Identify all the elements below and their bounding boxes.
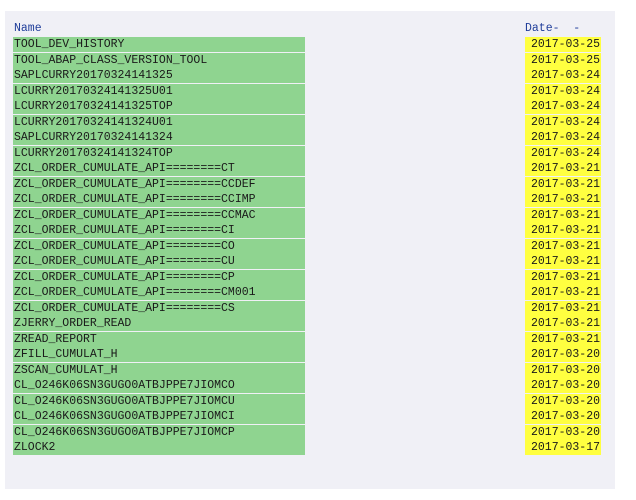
object-date-cell: 2017-03-21 [525, 331, 601, 347]
list-item[interactable]: ZREAD_REPORT 2017-03-21 [5, 331, 615, 348]
object-name-cell[interactable]: ZCL_ORDER_CUMULATE_API========CP [13, 269, 305, 285]
object-name-cell[interactable]: ZCL_ORDER_CUMULATE_API========CCIMP [13, 192, 305, 207]
list-item[interactable]: LCURRY20170324141325U01 2017-03-24 [5, 83, 615, 100]
object-name-cell[interactable]: ZREAD_REPORT [13, 331, 305, 347]
list-item[interactable]: ZJERRY_ORDER_READ 2017-03-21 [5, 316, 615, 332]
list-item[interactable]: ZCL_ORDER_CUMULATE_API========CCIMP 2017-… [5, 192, 615, 208]
object-name-cell[interactable]: CL_O246K06SN3GUGO0ATBJPPE7JIOMCP [13, 424, 305, 440]
list-item[interactable]: ZCL_ORDER_CUMULATE_API========CCMAC 2017-… [5, 207, 615, 224]
object-name-cell[interactable]: ZJERRY_ORDER_READ [13, 316, 305, 331]
list-item[interactable]: TOOL_DEV_HISTORY 2017-03-25 [5, 37, 615, 53]
object-date-cell: 2017-03-20 [525, 409, 601, 424]
object-name-cell[interactable]: ZCL_ORDER_CUMULATE_API========CCMAC [13, 207, 305, 223]
object-date-cell: 2017-03-20 [525, 347, 601, 362]
list-item[interactable]: TOOL_ABAP_CLASS_VERSION_TOOL 2017-03-25 [5, 52, 615, 69]
object-list-panel: Name Date- - TOOL_DEV_HISTORY 2017-03-25 T… [5, 11, 615, 489]
list-item[interactable]: SAPLCURRY20170324141324 2017-03-24 [5, 130, 615, 146]
object-date-cell: 2017-03-20 [525, 424, 601, 440]
object-name-cell[interactable]: ZLOCK2 [13, 440, 305, 455]
object-list: TOOL_DEV_HISTORY 2017-03-25 TOOL_ABAP_CLAS… [5, 37, 615, 456]
object-name-cell[interactable]: TOOL_ABAP_CLASS_VERSION_TOOL [13, 52, 305, 68]
object-name-cell[interactable]: ZFILL_CUMULAT_H [13, 347, 305, 362]
object-date-cell: 2017-03-20 [525, 362, 601, 378]
object-name-cell[interactable]: CL_O246K06SN3GUGO0ATBJPPE7JIOMCO [13, 378, 305, 393]
object-name-cell[interactable]: ZCL_ORDER_CUMULATE_API========CT [13, 161, 305, 176]
object-date-cell: 2017-03-17 [525, 440, 601, 455]
object-date-cell: 2017-03-21 [525, 192, 601, 207]
list-item[interactable]: ZCL_ORDER_CUMULATE_API========CP 2017-03-… [5, 269, 615, 286]
list-item[interactable]: ZCL_ORDER_CUMULATE_API========CO 2017-03-… [5, 238, 615, 255]
object-date-cell: 2017-03-20 [525, 378, 601, 393]
object-date-cell: 2017-03-21 [525, 161, 601, 176]
list-item[interactable]: CL_O246K06SN3GUGO0ATBJPPE7JIOMCO 2017-03-… [5, 378, 615, 394]
object-date-cell: 2017-03-20 [525, 393, 601, 409]
object-date-cell: 2017-03-25 [525, 52, 601, 68]
object-name-cell[interactable]: ZCL_ORDER_CUMULATE_API========CCDEF [13, 176, 305, 192]
object-date-cell: 2017-03-21 [525, 207, 601, 223]
list-item[interactable]: ZCL_ORDER_CUMULATE_API========CM001 2017-… [5, 285, 615, 301]
object-name-cell[interactable]: CL_O246K06SN3GUGO0ATBJPPE7JIOMCU [13, 393, 305, 409]
object-date-cell: 2017-03-21 [525, 269, 601, 285]
object-name-cell[interactable]: ZCL_ORDER_CUMULATE_API========CO [13, 238, 305, 254]
list-item[interactable]: SAPLCURRY20170324141325 2017-03-24 [5, 68, 615, 84]
object-name-cell[interactable]: LCURRY20170324141324U01 [13, 114, 305, 130]
list-item[interactable]: ZCL_ORDER_CUMULATE_API========CT 2017-03-… [5, 161, 615, 177]
object-date-cell: 2017-03-21 [525, 254, 601, 269]
object-date-cell: 2017-03-24 [525, 145, 601, 161]
list-item[interactable]: LCURRY20170324141324TOP 2017-03-24 [5, 145, 615, 162]
object-name-cell[interactable]: LCURRY20170324141324TOP [13, 145, 305, 161]
list-item[interactable]: LCURRY20170324141324U01 2017-03-24 [5, 114, 615, 131]
list-item[interactable]: ZFILL_CUMULAT_H 2017-03-20 [5, 347, 615, 363]
object-date-cell: 2017-03-21 [525, 223, 601, 238]
column-header-name[interactable]: Name [14, 21, 42, 37]
list-item[interactable]: ZLOCK2 2017-03-17 [5, 440, 615, 456]
object-date-cell: 2017-03-25 [525, 37, 601, 52]
list-item[interactable]: ZCL_ORDER_CUMULATE_API========CI 2017-03-… [5, 223, 615, 239]
object-date-cell: 2017-03-24 [525, 130, 601, 145]
object-name-cell[interactable]: SAPLCURRY20170324141325 [13, 68, 305, 83]
object-date-cell: 2017-03-21 [525, 300, 601, 316]
object-date-cell: 2017-03-24 [525, 114, 601, 130]
object-name-cell[interactable]: CL_O246K06SN3GUGO0ATBJPPE7JIOMCI [13, 409, 305, 424]
list-header: Name Date- - [5, 21, 615, 37]
list-item[interactable]: CL_O246K06SN3GUGO0ATBJPPE7JIOMCI 2017-03-… [5, 409, 615, 425]
object-date-cell: 2017-03-21 [525, 316, 601, 331]
list-item[interactable]: LCURRY20170324141325TOP 2017-03-24 [5, 99, 615, 115]
object-date-cell: 2017-03-21 [525, 285, 601, 300]
list-item[interactable]: CL_O246K06SN3GUGO0ATBJPPE7JIOMCP 2017-03-… [5, 424, 615, 441]
list-item[interactable]: ZSCAN_CUMULAT_H 2017-03-20 [5, 362, 615, 379]
list-item[interactable]: ZCL_ORDER_CUMULATE_API========CS 2017-03-… [5, 300, 615, 317]
object-date-cell: 2017-03-24 [525, 83, 601, 99]
object-name-cell[interactable]: ZCL_ORDER_CUMULATE_API========CS [13, 300, 305, 316]
object-date-cell: 2017-03-24 [525, 68, 601, 83]
list-item[interactable]: ZCL_ORDER_CUMULATE_API========CU 2017-03-… [5, 254, 615, 270]
list-item[interactable]: ZCL_ORDER_CUMULATE_API========CCDEF 2017-… [5, 176, 615, 193]
object-name-cell[interactable]: ZCL_ORDER_CUMULATE_API========CM001 [13, 285, 305, 300]
list-item[interactable]: CL_O246K06SN3GUGO0ATBJPPE7JIOMCU 2017-03-… [5, 393, 615, 410]
object-date-cell: 2017-03-24 [525, 99, 601, 114]
object-name-cell[interactable]: ZCL_ORDER_CUMULATE_API========CU [13, 254, 305, 269]
object-date-cell: 2017-03-21 [525, 238, 601, 254]
object-name-cell[interactable]: LCURRY20170324141325U01 [13, 83, 305, 99]
object-name-cell[interactable]: ZCL_ORDER_CUMULATE_API========CI [13, 223, 305, 238]
object-name-cell[interactable]: LCURRY20170324141325TOP [13, 99, 305, 114]
column-header-date[interactable]: Date- - [525, 21, 580, 37]
object-date-cell: 2017-03-21 [525, 176, 601, 192]
object-name-cell[interactable]: TOOL_DEV_HISTORY [13, 37, 305, 52]
object-name-cell[interactable]: SAPLCURRY20170324141324 [13, 130, 305, 145]
object-name-cell[interactable]: ZSCAN_CUMULAT_H [13, 362, 305, 378]
